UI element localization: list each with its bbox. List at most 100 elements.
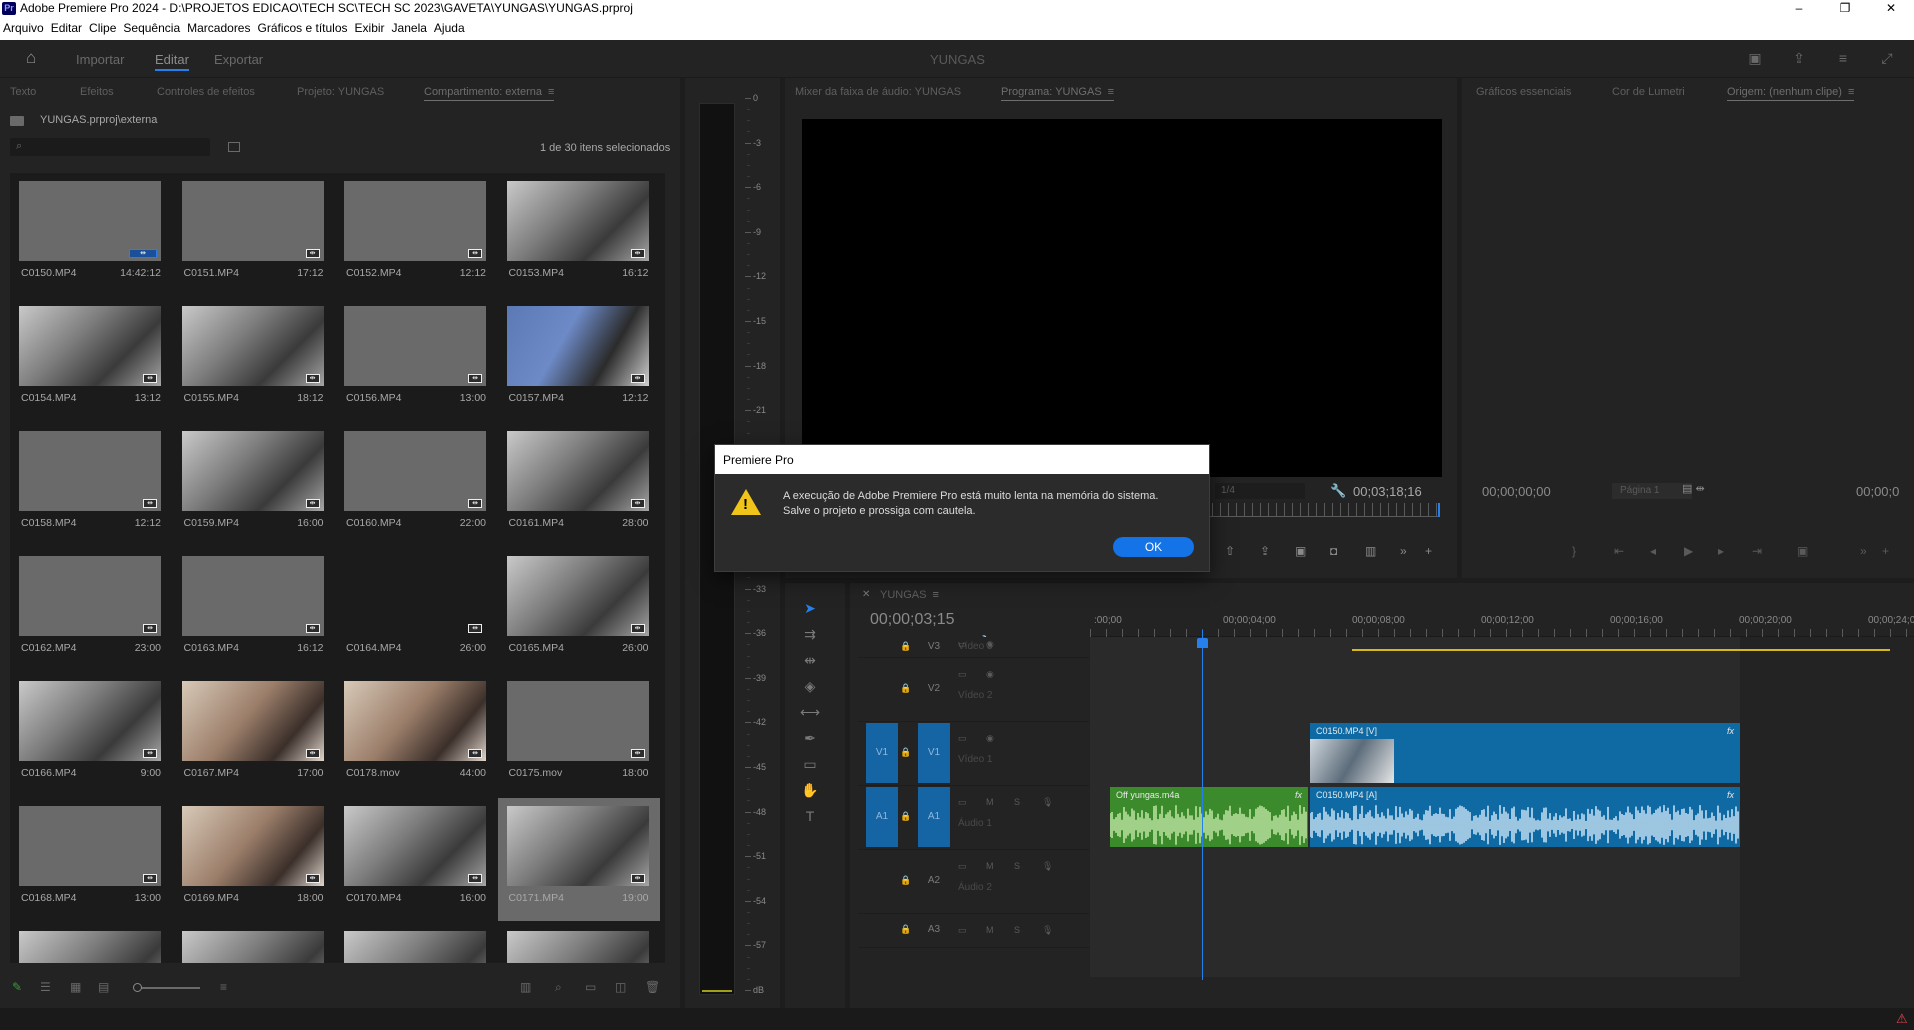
playhead[interactable] — [1202, 630, 1203, 980]
menu-graficos[interactable]: Gráficos e títulos — [254, 17, 351, 40]
clip-item[interactable]: ⇹ C0168.MP4 13:00 — [10, 798, 172, 921]
track-target[interactable]: V1 — [918, 723, 950, 783]
clip-item[interactable]: ⇹ C0175.mov 18:00 — [498, 673, 660, 796]
work-area-bar[interactable] — [1352, 649, 1890, 651]
fx-badge-icon[interactable]: fx — [1727, 726, 1734, 736]
clip-item[interactable]: ⇹ C0164.MP4 26:00 — [335, 548, 497, 671]
restore-button[interactable]: ❐ — [1822, 0, 1868, 17]
eye-icon[interactable]: ◉ — [986, 733, 994, 744]
sync-lock-icon[interactable]: ▭ — [958, 669, 967, 680]
menu-arquivo[interactable]: Arquivo — [0, 17, 48, 40]
clip-item[interactable]: ⇹ C0171.MP4 19:00 — [497, 798, 660, 921]
panel-menu-icon[interactable]: ≡ — [932, 589, 938, 601]
minimize-button[interactable]: – — [1776, 0, 1822, 17]
clip-thumbnail[interactable]: ⇹ — [181, 806, 324, 886]
pencil-icon[interactable]: ✎ — [12, 980, 22, 994]
solo-icon[interactable]: S — [1014, 925, 1020, 935]
clip-thumbnail[interactable] — [344, 931, 486, 963]
tab-lumetri[interactable]: Cor de Lumetri — [1612, 86, 1685, 98]
clip-thumbnail[interactable]: ⇹ — [344, 681, 486, 761]
compare-icon[interactable]: ▣ — [1295, 544, 1306, 558]
mute-icon[interactable]: M — [986, 797, 994, 807]
track-header-v2[interactable]: V2 🔒 Vídeo 2 ▭ ◉ — [858, 657, 1090, 721]
track-header-a3[interactable]: A3 🔒 ▭ M S 🎙 — [858, 913, 1090, 947]
slip-tool-icon[interactable]: ⟷ — [799, 701, 821, 723]
program-timecode[interactable]: 00;03;18;16 — [1353, 484, 1422, 499]
menu-icon[interactable]: ≡ — [1834, 50, 1852, 68]
track-target[interactable]: A1 — [918, 787, 950, 847]
lock-icon[interactable]: 🔒 — [900, 683, 911, 694]
share-icon[interactable]: ⇪ — [1790, 50, 1808, 68]
fx-badge-icon[interactable]: fx — [1295, 790, 1302, 800]
clip-item[interactable]: ⇹ C0154.MP4 13:12 — [10, 298, 172, 421]
clip-item[interactable]: ⇹ C0166.MP4 9:00 — [10, 673, 172, 796]
fx-badge-icon[interactable]: fx — [1727, 790, 1734, 800]
lock-icon[interactable]: 🔒 — [900, 747, 911, 758]
lift-icon[interactable]: ⇧ — [1225, 544, 1235, 558]
step-back-icon[interactable]: ◂ — [1650, 544, 1656, 558]
program-video-frame[interactable] — [802, 119, 1442, 477]
clip-thumbnail[interactable]: ⇹ — [19, 681, 161, 761]
source-page-select[interactable]: Página 1 — [1612, 483, 1692, 499]
clip-item[interactable] — [173, 923, 335, 963]
automate-icon[interactable]: ▥ — [520, 980, 531, 994]
ripple-edit-tool-icon[interactable]: ⇹ — [799, 649, 821, 671]
eye-icon[interactable]: ◉ — [986, 669, 994, 680]
clip-thumbnail[interactable]: ⇹ — [344, 181, 486, 261]
go-to-in-icon[interactable]: ⇤ — [1614, 544, 1624, 558]
program-scrub-bar[interactable] — [1205, 503, 1440, 517]
track-header-a2[interactable]: A2 🔒 Áudio 2 ▭ M S 🎙 — [858, 849, 1090, 913]
wrench-icon[interactable]: 🔧 — [1330, 483, 1346, 499]
mic-icon[interactable]: 🎙 — [1042, 861, 1053, 872]
clip-item[interactable]: ⇹ C0160.MP4 22:00 — [335, 423, 497, 546]
clip-item[interactable]: ⇹ C0165.MP4 26:00 — [498, 548, 660, 671]
extract-icon[interactable]: ⇪ — [1260, 544, 1270, 558]
clip-item[interactable]: ⇹ C0169.MP4 18:00 — [173, 798, 335, 921]
timeline-timecode[interactable]: 00;00;03;15 — [870, 611, 955, 629]
fullscreen-icon[interactable]: ⤢ — [1878, 50, 1896, 68]
tab-compartimento[interactable]: Compartimento: externa ≡ — [424, 86, 555, 101]
track-header-v1[interactable]: V1 V1 🔒 Vídeo 1 ▭ ◉ — [858, 721, 1090, 785]
menu-editar[interactable]: Editar — [48, 17, 86, 40]
clip-item[interactable]: ⇹ C0162.MP4 23:00 — [10, 548, 172, 671]
close-button[interactable]: ✕ — [1868, 0, 1914, 17]
clip-thumbnail[interactable]: ⇹ — [19, 306, 161, 386]
clip-item[interactable] — [498, 923, 660, 963]
sort-icon[interactable]: ≡ — [220, 980, 227, 994]
step-forward-icon[interactable]: ▸ — [1718, 544, 1724, 558]
ok-button[interactable]: OK — [1113, 537, 1194, 557]
clip-thumbnail[interactable]: ⇹ — [181, 181, 324, 261]
sync-lock-icon[interactable]: ▭ — [958, 733, 967, 744]
lock-icon[interactable]: 🔒 — [900, 811, 911, 822]
find-icon[interactable]: ⌕ — [555, 980, 562, 995]
audio-clip-c0150[interactable]: C0150.MP4 [A] fx — [1310, 787, 1740, 847]
clip-item[interactable]: ⇹ C0156.MP4 13:00 — [335, 298, 497, 421]
mic-icon[interactable]: 🎙 — [1042, 925, 1053, 936]
track-select-tool-icon[interactable]: ⇉ — [799, 623, 821, 645]
clip-item[interactable]: ⇹ C0163.MP4 16:12 — [173, 548, 335, 671]
clip-item[interactable]: ⇹ C0167.MP4 17:00 — [173, 673, 335, 796]
workspaces-icon[interactable]: ▣ — [1746, 50, 1764, 68]
lock-icon[interactable]: 🔒 — [900, 924, 911, 935]
clip-item[interactable]: ⇹ C0178.mov 44:00 — [335, 673, 497, 796]
razor-tool-icon[interactable]: ◈ — [799, 675, 821, 697]
time-ruler[interactable]: :00;00 00;00;04;00 00;00;08;00 00;00;12;00 0… — [1090, 609, 1914, 637]
clip-thumbnail[interactable]: ⇹ — [506, 556, 649, 636]
sequence-tab[interactable]: YUNGAS ≡ — [880, 589, 939, 601]
type-tool-icon[interactable]: T — [799, 805, 821, 827]
tab-graficos-essenciais[interactable]: Gráficos essenciais — [1476, 86, 1571, 98]
resolution-select[interactable]: 1/4 — [1215, 483, 1305, 499]
audio-clip-off-yungas[interactable]: Off yungas.m4a fx — [1110, 787, 1308, 847]
trash-icon[interactable]: 🗑 — [645, 980, 660, 994]
source-settings-icon[interactable]: ▤ ⇹ — [1682, 482, 1705, 495]
clip-thumbnail[interactable]: ⇹ — [19, 556, 161, 636]
clip-thumbnail[interactable]: ⇹ — [506, 681, 649, 761]
menu-exibir[interactable]: Exibir — [352, 17, 389, 40]
clip-item[interactable] — [10, 923, 172, 963]
clip-thumbnail[interactable]: ⇹ — [181, 556, 324, 636]
clip-thumbnail[interactable]: ⇹ — [181, 431, 324, 511]
rectangle-tool-icon[interactable]: ▭ — [799, 753, 821, 775]
close-sequence-icon[interactable]: ✕ — [862, 589, 870, 600]
clip-thumbnail[interactable]: ⇹ — [344, 806, 486, 886]
new-item-icon[interactable]: ◫ — [615, 980, 626, 994]
